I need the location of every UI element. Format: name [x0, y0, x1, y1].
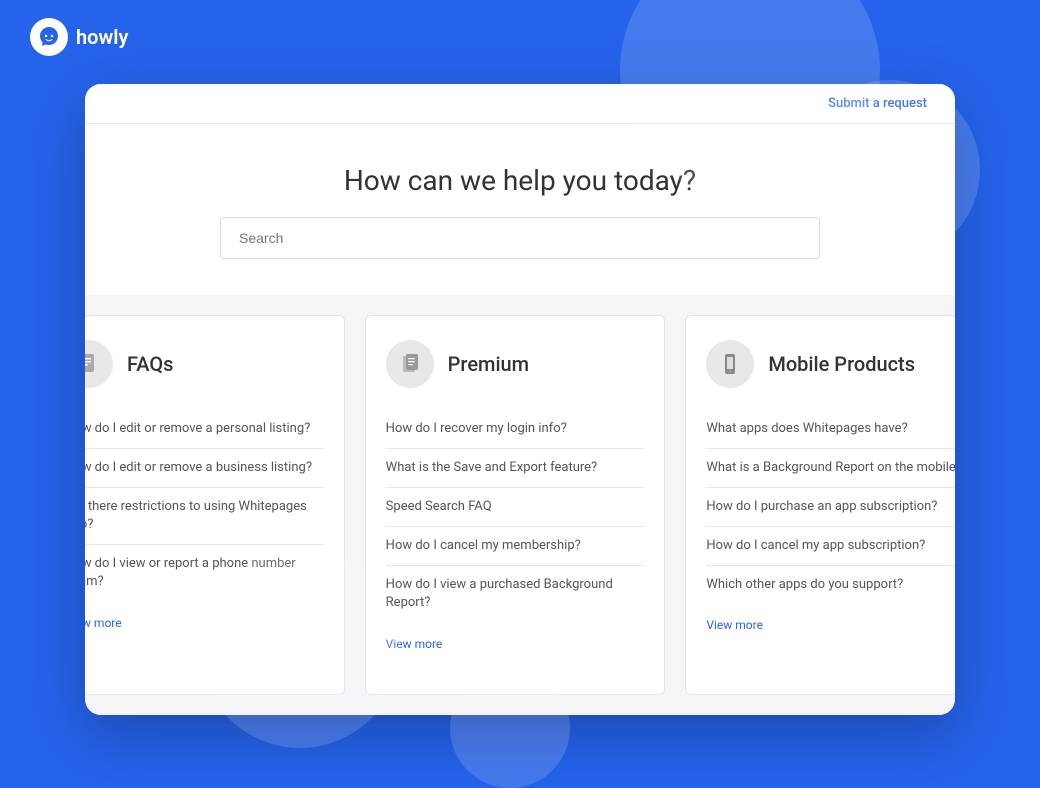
list-item[interactable]: How do I cancel my app subscription? — [706, 527, 955, 566]
faqs-icon — [85, 340, 113, 388]
list-item[interactable]: How do I edit or remove a personal listi… — [85, 410, 324, 449]
howly-logo-svg — [37, 25, 61, 49]
list-item[interactable]: How do I cancel my membership? — [386, 527, 645, 566]
list-item[interactable]: What is a Background Report on the mobil… — [706, 449, 955, 488]
list-item[interactable]: How do I view a purchased Background Rep… — [386, 566, 645, 622]
premium-view-more[interactable]: View more — [386, 637, 645, 651]
logo-icon — [30, 18, 68, 56]
bg-circle-3 — [200, 548, 400, 748]
bg-circle-2 — [800, 80, 980, 260]
category-premium: Premium How do I recover my login info? … — [365, 315, 666, 695]
list-item[interactable]: Speed Search FAQ — [386, 488, 645, 527]
search-input[interactable] — [220, 217, 820, 259]
mobile-view-more[interactable]: View more — [706, 618, 955, 632]
list-item[interactable]: How do I edit or remove a business listi… — [85, 449, 324, 488]
top-header: howly — [30, 18, 1010, 56]
faqs-header: FAQs — [85, 340, 324, 388]
search-bar — [220, 217, 820, 259]
premium-title: Premium — [448, 352, 529, 376]
mobile-header: Mobile Products — [706, 340, 955, 388]
list-item[interactable]: How do I purchase an app subscription? — [706, 488, 955, 527]
premium-icon — [386, 340, 434, 388]
bg-circle-4 — [450, 668, 570, 788]
logo-text: howly — [76, 25, 128, 49]
list-item[interactable]: What apps does Whitepages have? — [706, 410, 955, 449]
mobile-icon — [706, 340, 754, 388]
mobile-title: Mobile Products — [768, 352, 915, 376]
list-item[interactable]: How do I recover my login info? — [386, 410, 645, 449]
list-item[interactable]: Are there restrictions to using Whitepag… — [85, 488, 324, 545]
faqs-title: FAQs — [127, 352, 173, 376]
list-item[interactable]: What is the Save and Export feature? — [386, 449, 645, 488]
list-item[interactable]: Which other apps do you support? — [706, 566, 955, 604]
premium-header: Premium — [386, 340, 645, 388]
logo: howly — [30, 18, 128, 56]
category-mobile: Mobile Products What apps does Whitepage… — [685, 315, 955, 695]
